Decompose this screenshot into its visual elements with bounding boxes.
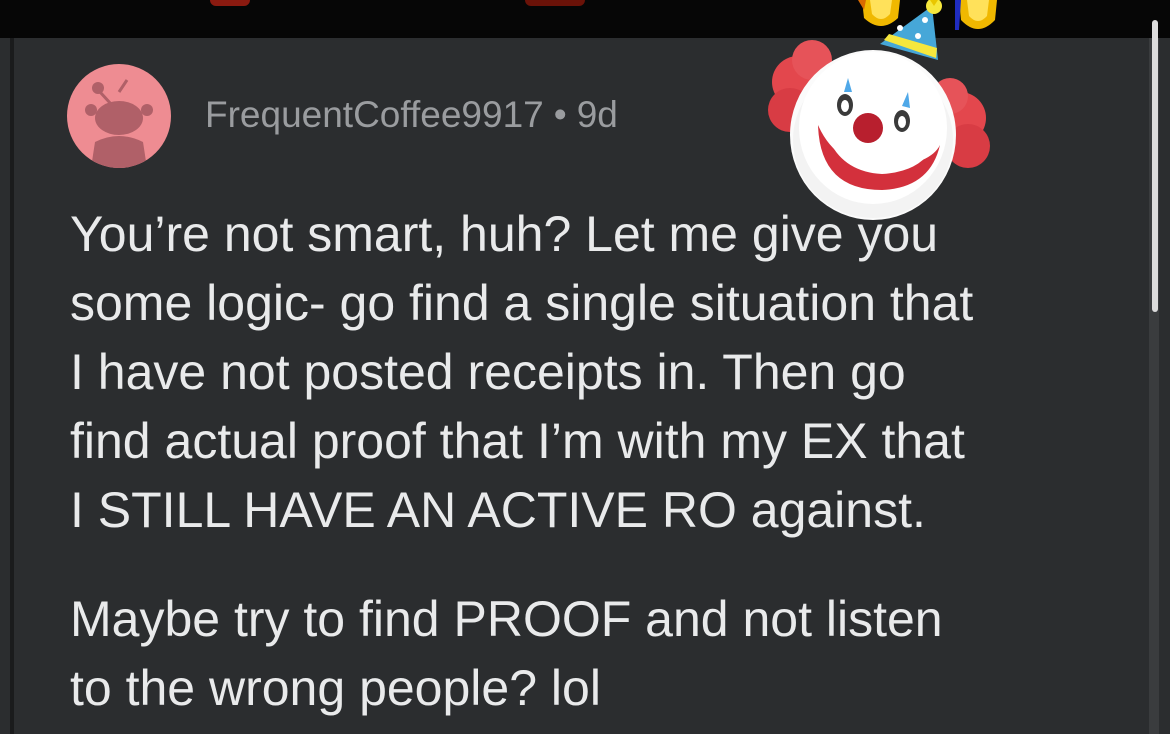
- comment-line: I have not posted receipts in. Then go: [70, 344, 906, 400]
- snoo-avatar-icon: [85, 79, 153, 168]
- meta-separator: •: [553, 94, 567, 135]
- comment-line: Maybe try to find PROOF and not listen: [70, 591, 943, 647]
- comment-paragraph: Maybe try to find PROOF and not listen t…: [70, 585, 1145, 723]
- top-glow: [525, 0, 585, 6]
- top-glow: [210, 0, 250, 6]
- username-link[interactable]: FrequentCoffee9917: [205, 94, 544, 135]
- thread-line: [10, 38, 14, 734]
- comment-line: to the wrong people? lol: [70, 660, 601, 716]
- avatar[interactable]: [67, 64, 171, 168]
- comment-line: find actual proof that I’m with my EX th…: [70, 413, 965, 469]
- clown-face-emoji-icon: [768, 0, 990, 220]
- comment-line: some logic- go find a single situation t…: [70, 275, 974, 331]
- comment-line: I STILL HAVE AN ACTIVE RO against.: [70, 482, 926, 538]
- comment-age: 9d: [576, 94, 618, 135]
- comment-body: You’re not smart, huh? Let me give you s…: [70, 200, 1145, 723]
- scrollbar-thumb[interactable]: [1152, 20, 1158, 312]
- comment-screenshot: FrequentCoffee9917 • 9d You’re not smart, …: [0, 0, 1170, 734]
- comment-paragraph: You’re not smart, huh? Let me give you s…: [70, 200, 1145, 545]
- comment-meta: FrequentCoffee9917 • 9d: [205, 94, 618, 136]
